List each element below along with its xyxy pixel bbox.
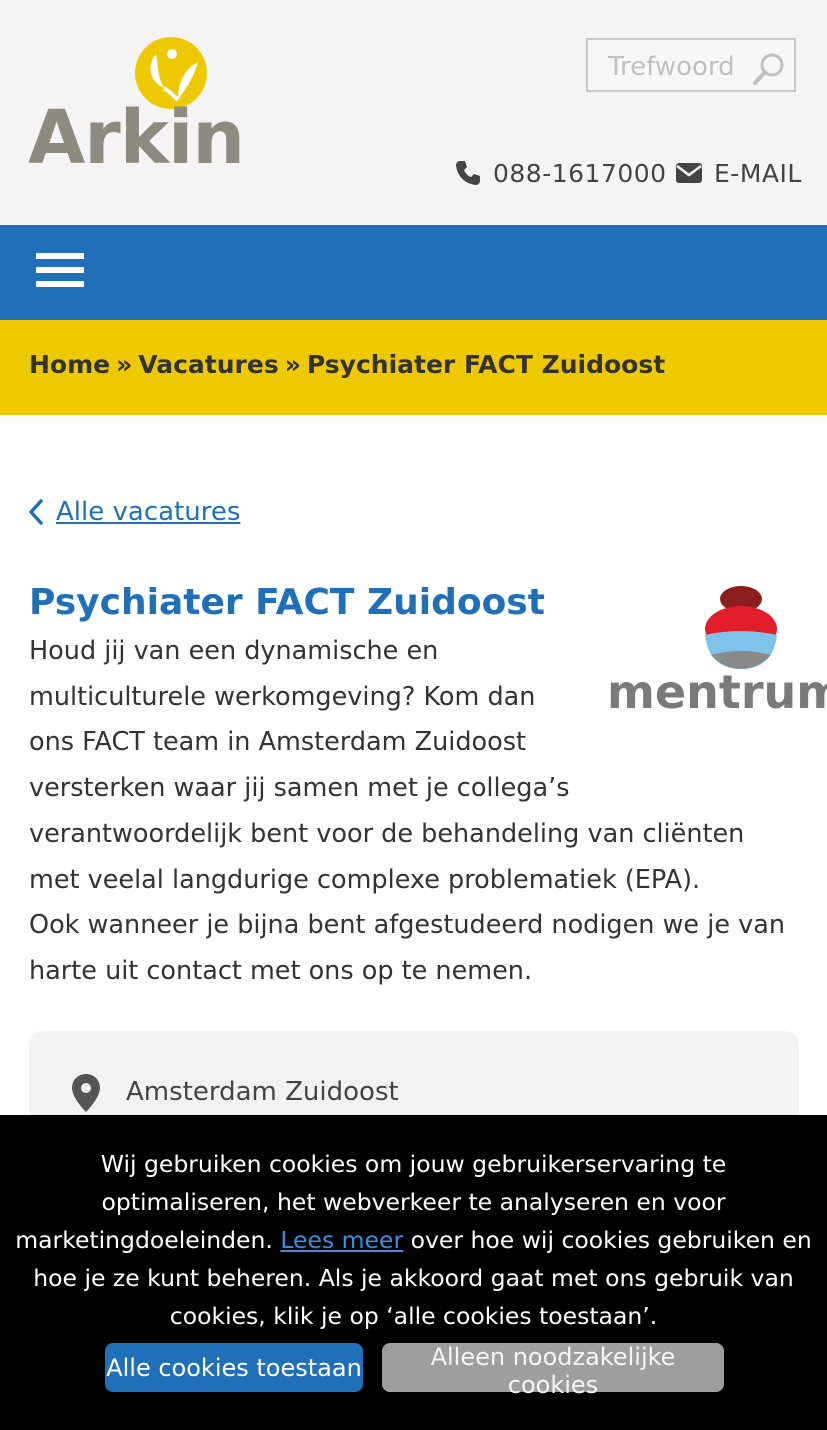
logo-wordmark: Arkin	[28, 95, 245, 181]
cookie-read-more-link[interactable]: Lees meer	[280, 1226, 403, 1254]
back-to-vacancies[interactable]: Alle vacatures	[28, 497, 240, 527]
email-link[interactable]: E-MAIL	[676, 155, 802, 191]
arkin-logo[interactable]: Arkin	[28, 36, 245, 178]
chevron-left-icon	[29, 499, 43, 525]
cookie-banner: Wij gebruiken cookies om jouw gebruikers…	[0, 1115, 827, 1430]
main-nav-bar	[0, 225, 827, 320]
page-title: Psychiater FACT Zuidoost	[29, 582, 545, 623]
breadcrumb-vacatures[interactable]: Vacatures	[138, 350, 278, 379]
intro-paragraph-2: Ook wanneer je bijna bent afgestudeerd n…	[29, 910, 785, 986]
breadcrumb-current: Psychiater FACT Zuidoost	[306, 350, 666, 379]
search-input[interactable]	[606, 50, 750, 84]
phone-number: 088-1617000	[493, 158, 667, 188]
email-label: E-MAIL	[714, 158, 802, 188]
breadcrumb-separator: »	[116, 350, 133, 379]
necessary-cookies-only-button[interactable]: Alleen noodzakelijke cookies	[382, 1343, 724, 1399]
breadcrumb-home[interactable]: Home	[29, 350, 110, 379]
phone-icon	[456, 161, 480, 185]
menu-icon[interactable]	[36, 253, 86, 293]
accept-all-cookies-button[interactable]: Alle cookies toestaan	[105, 1343, 363, 1392]
search-icon[interactable]	[752, 52, 786, 86]
envelope-icon	[676, 163, 702, 183]
back-link[interactable]: Alle vacatures	[56, 497, 240, 527]
search-box	[586, 38, 796, 92]
breadcrumb-separator: »	[284, 350, 301, 379]
site-header: Arkin 088-1617000 E-MAIL	[0, 0, 827, 225]
phone-link[interactable]: 088-1617000	[455, 155, 667, 191]
cookie-message: Wij gebruiken cookies om jouw gebruikers…	[14, 1145, 813, 1335]
location-pin-icon	[72, 1074, 100, 1112]
vacancy-intro: Houd jij van een dynamische en multicult…	[29, 629, 799, 995]
vacancy-location: Amsterdam Zuidoost	[126, 1077, 399, 1107]
breadcrumb: Home» Vacatures» Psychiater FACT Zuidoost	[0, 320, 827, 415]
